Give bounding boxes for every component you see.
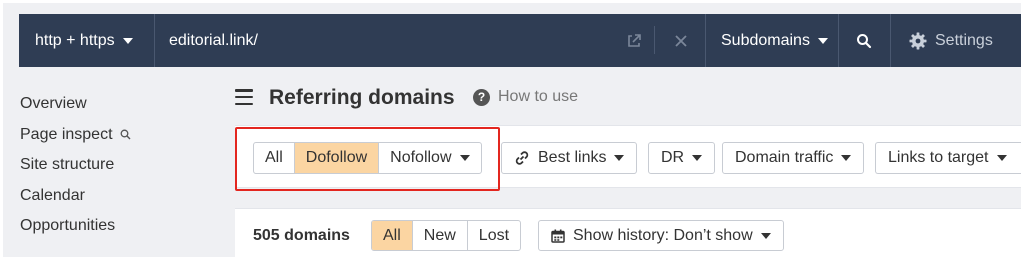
tab-all[interactable]: All	[372, 221, 413, 250]
search-icon	[857, 33, 872, 48]
sidebar-item-label: Page inspect	[20, 125, 113, 143]
chevron-down-icon	[996, 155, 1007, 161]
chevron-down-icon	[841, 155, 852, 161]
best-links-label: Best links	[538, 149, 607, 166]
divider	[654, 26, 655, 54]
help-label: How to use	[498, 88, 579, 105]
page-title: Referring domains	[269, 86, 455, 109]
sidebar-item-opportunities[interactable]: Opportunities	[20, 211, 210, 242]
link-type-filter: All Dofollow Nofollow	[253, 142, 482, 174]
tab-new[interactable]: New	[413, 221, 468, 250]
settings-button[interactable]: Settings	[909, 14, 1019, 67]
divider	[154, 14, 155, 67]
chevron-down-icon	[817, 37, 828, 44]
link-icon	[514, 150, 530, 166]
external-link-icon[interactable]	[624, 14, 644, 67]
chevron-down-icon	[692, 155, 703, 161]
history-label: Show history: Don’t show	[573, 226, 753, 244]
protocol-dropdown[interactable]: http + https	[19, 14, 154, 67]
filter-option-dofollow[interactable]: Dofollow	[294, 143, 380, 173]
sidebar-item-page-inspect[interactable]: Page inspect	[20, 120, 210, 151]
question-circle-icon: ?	[473, 88, 490, 106]
top-bar: http + https Subdomains Settings	[19, 14, 1021, 67]
search-button[interactable]	[838, 14, 890, 67]
best-links-dropdown[interactable]: Best links	[501, 142, 638, 174]
hamburger-menu-icon[interactable]	[235, 89, 253, 105]
domain-count: 505 domains	[253, 227, 350, 244]
sidebar-item-site-structure[interactable]: Site structure	[20, 150, 210, 181]
sidebar-nav: Overview Page inspect Site structure Cal…	[20, 89, 210, 242]
app-frame: http + https Subdomains Settings Overvie…	[3, 3, 1021, 257]
domain-traffic-label: Domain traffic	[735, 149, 834, 166]
tab-lost[interactable]: Lost	[468, 221, 520, 250]
links-to-target-dropdown[interactable]: Links to target	[875, 142, 1021, 174]
sidebar-item-label: Calendar	[20, 186, 85, 204]
domain-traffic-dropdown[interactable]: Domain traffic	[722, 142, 865, 174]
divider	[890, 14, 891, 67]
sidebar-item-label: Overview	[20, 95, 87, 113]
sidebar-item-calendar[interactable]: Calendar	[20, 181, 210, 212]
chevron-down-icon	[459, 155, 470, 161]
sidebar-item-overview[interactable]: Overview	[20, 89, 210, 120]
sidebar-item-label: Opportunities	[20, 217, 116, 235]
search-small-icon	[120, 129, 131, 140]
close-icon[interactable]	[671, 14, 691, 67]
chevron-down-icon	[122, 37, 133, 44]
show-history-dropdown[interactable]: Show history: Don’t show	[538, 220, 784, 251]
dr-label: DR	[661, 149, 685, 166]
url-input[interactable]	[169, 14, 589, 67]
subdomains-dropdown[interactable]: Subdomains	[705, 14, 833, 67]
sidebar-item-label: Site structure	[20, 156, 115, 174]
nofollow-label: Nofollow	[390, 149, 452, 166]
calendar-icon	[551, 229, 565, 243]
mode-label: Subdomains	[721, 31, 810, 49]
settings-label: Settings	[935, 31, 993, 49]
history-tabs: All New Lost	[371, 220, 522, 251]
dr-dropdown[interactable]: DR	[648, 142, 716, 174]
how-to-use-link[interactable]: ? How to use	[473, 88, 578, 106]
gear-icon	[909, 32, 927, 49]
protocol-label: http + https	[35, 31, 115, 49]
filter-option-all[interactable]: All	[254, 143, 295, 173]
links-to-target-label: Links to target	[888, 149, 989, 166]
chevron-down-icon	[614, 155, 625, 161]
filter-option-nofollow[interactable]: Nofollow	[379, 143, 480, 173]
chevron-down-icon	[760, 232, 771, 239]
